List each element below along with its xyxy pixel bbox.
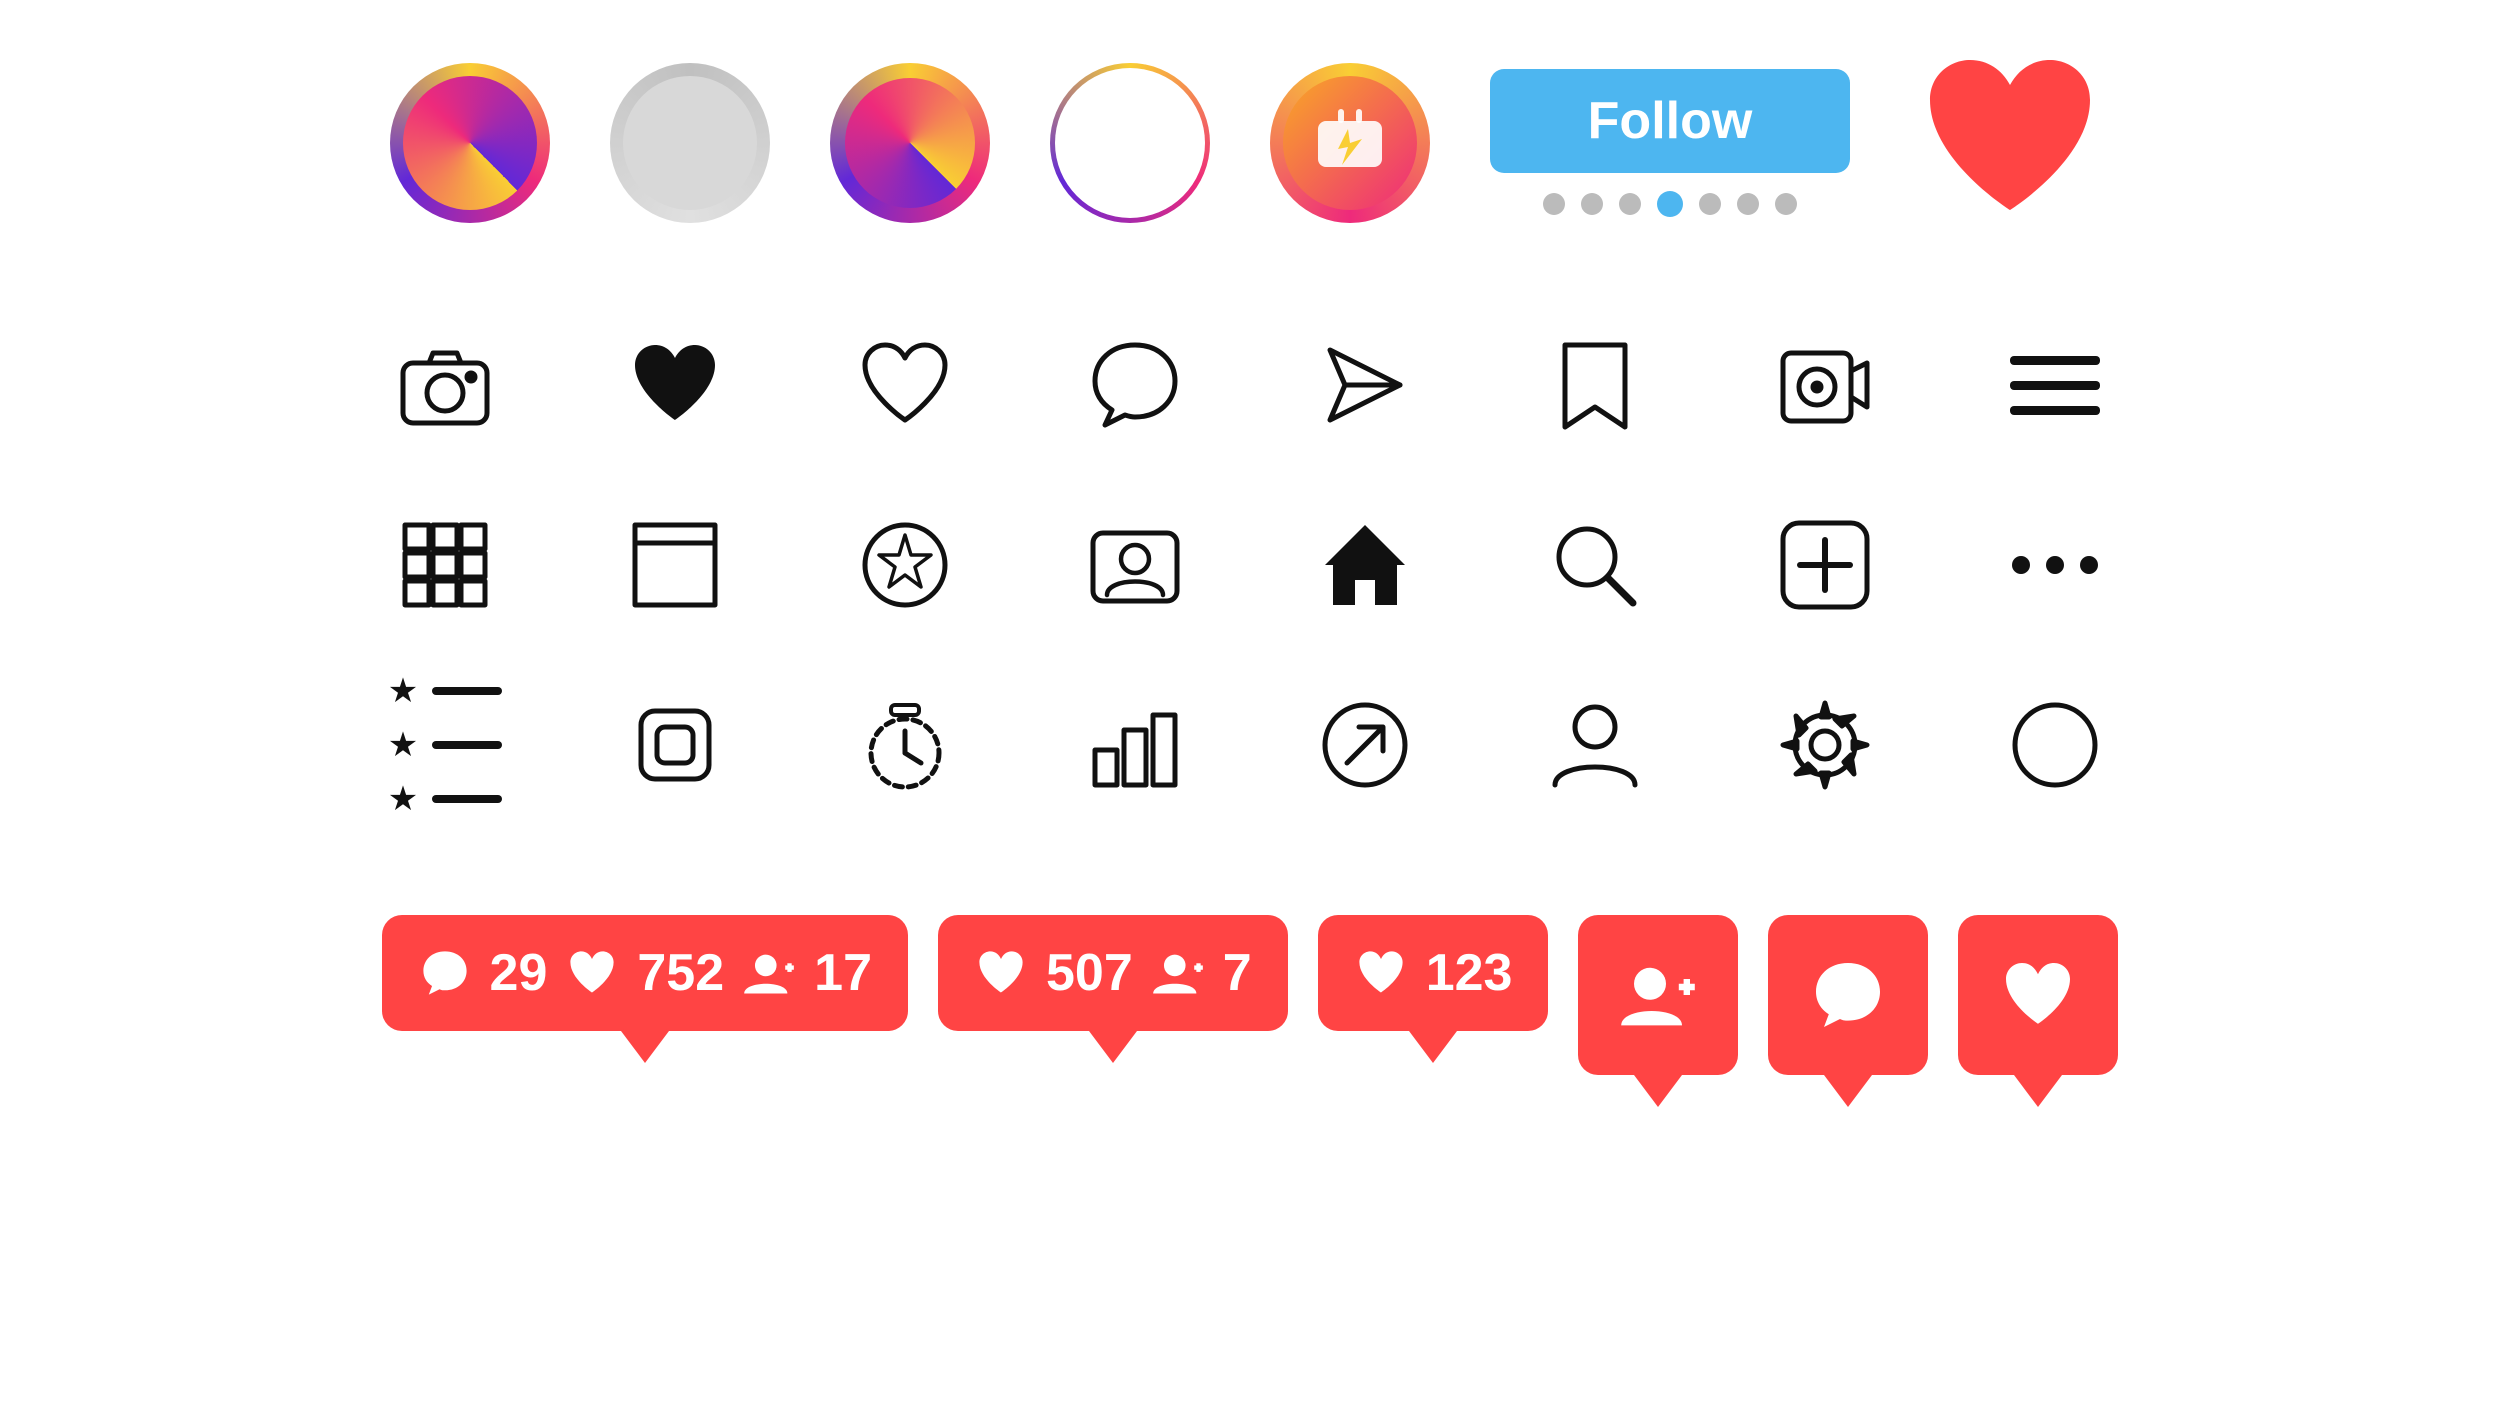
reel-icon bbox=[1745, 305, 1905, 465]
dot-2 bbox=[1581, 193, 1603, 215]
bookmark-icon bbox=[1515, 305, 1675, 465]
clock-icon bbox=[825, 665, 985, 825]
link-out-icon bbox=[1285, 665, 1445, 825]
comment-icon bbox=[1055, 305, 1215, 465]
gear-icon bbox=[1745, 665, 1905, 825]
notif-single-follower-wrap bbox=[1578, 915, 1738, 1107]
like-notif-icon bbox=[565, 946, 619, 1000]
dot-5 bbox=[1699, 193, 1721, 215]
hamburger-icon bbox=[1975, 305, 2135, 465]
story-row: Follow bbox=[390, 40, 2110, 245]
plus-square-icon bbox=[1745, 485, 1905, 645]
igtv-icon bbox=[1310, 103, 1390, 183]
igtv-circle[interactable] bbox=[1270, 63, 1430, 223]
notif-single-follower bbox=[1578, 915, 1738, 1075]
story-circle-1[interactable] bbox=[390, 63, 550, 223]
icon-row-3: ★ ★ ★ bbox=[365, 665, 2135, 825]
dot-1 bbox=[1543, 193, 1565, 215]
notif-single-like-wrap bbox=[1958, 915, 2118, 1107]
dot-7 bbox=[1775, 193, 1797, 215]
dot-3 bbox=[1619, 193, 1641, 215]
follower-count-2: 7 bbox=[1223, 943, 1252, 1003]
story-circle-4[interactable] bbox=[1050, 63, 1210, 223]
person-icon bbox=[1515, 665, 1675, 825]
follow-group: Follow bbox=[1490, 69, 1850, 217]
dot-6 bbox=[1737, 193, 1759, 215]
notif-badge-2-wrap: 507 7 bbox=[938, 915, 1288, 1063]
follower-notif-icon-2 bbox=[1151, 946, 1205, 1000]
grid-icon bbox=[365, 485, 525, 645]
notif-badge-1: 29 752 17 bbox=[382, 915, 908, 1031]
comment-notif-icon bbox=[418, 946, 472, 1000]
person-tag-icon bbox=[1055, 485, 1215, 645]
more-icon bbox=[1975, 485, 2135, 645]
story-circle-3[interactable] bbox=[830, 63, 990, 223]
notification-section: 29 752 17 507 bbox=[382, 915, 2119, 1107]
big-heart bbox=[1910, 40, 2110, 245]
like-count-2: 507 bbox=[1046, 943, 1133, 1003]
notif-single-comment bbox=[1768, 915, 1928, 1075]
follow-button[interactable]: Follow bbox=[1490, 69, 1850, 173]
star-list-icon: ★ ★ ★ bbox=[365, 665, 525, 825]
like-count-3: 123 bbox=[1426, 943, 1513, 1003]
notif-badge-3-wrap: 123 bbox=[1318, 915, 1549, 1063]
like-notif-icon-2 bbox=[974, 946, 1028, 1000]
notif-single-comment-wrap bbox=[1768, 915, 1928, 1107]
notif-single-like bbox=[1958, 915, 2118, 1075]
search-icon bbox=[1515, 485, 1675, 645]
follower-notif-icon bbox=[742, 946, 796, 1000]
notif-badge-1-wrap: 29 752 17 bbox=[382, 915, 908, 1063]
icon-section: ★ ★ ★ bbox=[365, 305, 2135, 825]
dot-4-active bbox=[1657, 191, 1683, 217]
star-circle-icon bbox=[825, 485, 985, 645]
follower-count: 17 bbox=[814, 943, 872, 1003]
camera-icon bbox=[365, 305, 525, 465]
square-frame-icon bbox=[595, 485, 755, 645]
like-notif-icon-3 bbox=[1354, 946, 1408, 1000]
circle-icon bbox=[1975, 665, 2135, 825]
screenshot-icon bbox=[595, 665, 755, 825]
bar-chart-icon bbox=[1055, 665, 1215, 825]
send-icon bbox=[1285, 305, 1445, 465]
notif-badge-3: 123 bbox=[1318, 915, 1549, 1031]
comment-count: 29 bbox=[490, 943, 548, 1003]
icon-row-2 bbox=[365, 485, 2135, 645]
like-count: 752 bbox=[637, 943, 724, 1003]
single-follower-icon bbox=[1618, 955, 1698, 1035]
home-icon bbox=[1285, 485, 1445, 645]
heart-outline-icon bbox=[825, 305, 985, 465]
single-like-icon bbox=[1998, 955, 2078, 1035]
pagination-dots bbox=[1543, 191, 1797, 217]
single-comment-icon bbox=[1808, 955, 1888, 1035]
notif-badge-2: 507 7 bbox=[938, 915, 1288, 1031]
story-circle-2[interactable] bbox=[610, 63, 770, 223]
big-heart-icon bbox=[1910, 40, 2110, 240]
heart-filled-icon bbox=[595, 305, 755, 465]
icon-row-1 bbox=[365, 305, 2135, 465]
